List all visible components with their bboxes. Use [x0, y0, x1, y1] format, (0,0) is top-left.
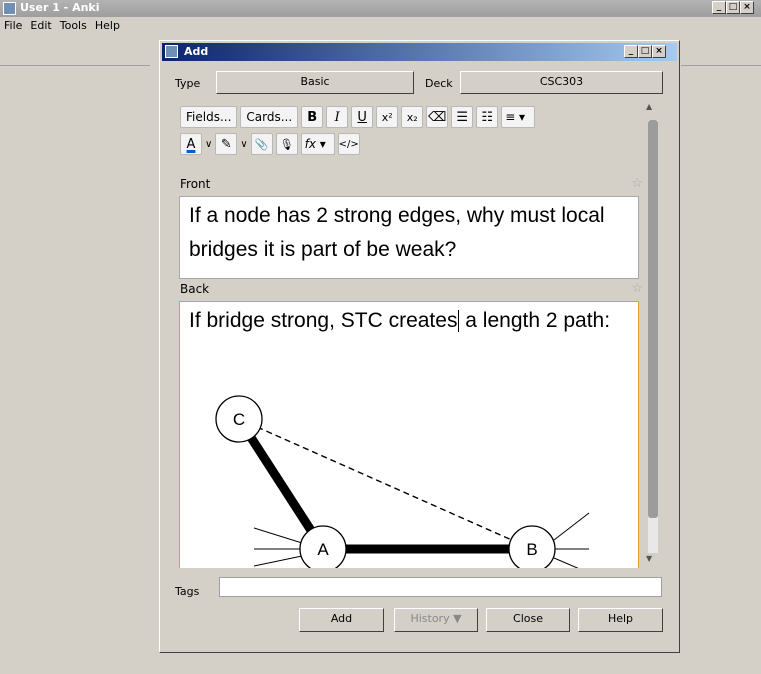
- superscript-icon[interactable]: x²: [376, 106, 399, 128]
- main-window-controls: _ □ ×: [712, 1, 754, 14]
- chevron-down-icon[interactable]: ∨: [205, 139, 212, 150]
- cards-button[interactable]: Cards...: [240, 106, 299, 128]
- text-color-icon[interactable]: A: [180, 133, 202, 155]
- type-label: Type: [175, 77, 201, 90]
- graph-diagram: C A B: [215, 395, 590, 568]
- edge-stub: [253, 555, 303, 567]
- menu-bar: File Edit Tools Help: [0, 18, 124, 36]
- fields-button[interactable]: Fields...: [180, 106, 238, 128]
- scroll-up-icon[interactable]: ▲: [646, 102, 652, 111]
- edge-stub: [553, 512, 590, 541]
- edge-stub: [553, 557, 579, 568]
- bold-icon[interactable]: B: [301, 106, 324, 128]
- toolbar-divider: [0, 65, 150, 66]
- formula-icon[interactable]: fx ▾: [300, 133, 335, 155]
- menu-tools[interactable]: Tools: [56, 18, 91, 36]
- dialog-titlebar: Add _ □ ×: [162, 43, 677, 61]
- chevron-down-icon[interactable]: ∨: [240, 139, 247, 150]
- highlight-icon[interactable]: ✎: [215, 133, 238, 155]
- numbered-list-icon[interactable]: ☷: [476, 106, 499, 128]
- html-icon[interactable]: </>: [337, 133, 360, 155]
- note-editor: Fields... Cards... B I U x² x₂ ⌫ ☰ ☷ ≡ ▾…: [177, 98, 663, 568]
- dialog-window-controls: _ □ ×: [624, 45, 666, 58]
- pin-icon[interactable]: ☆: [631, 281, 643, 296]
- main-window-title: User 1 - Anki: [20, 1, 100, 14]
- anki-icon: [165, 45, 178, 58]
- attach-icon[interactable]: 📎: [250, 133, 273, 155]
- history-button[interactable]: History ▼: [394, 608, 478, 632]
- bullet-list-icon[interactable]: ☰: [451, 106, 474, 128]
- node-b-label: B: [526, 540, 537, 559]
- back-field[interactable]: If bridge strong, STC creates a length 2…: [179, 301, 639, 568]
- underline-icon[interactable]: U: [351, 106, 374, 128]
- add-button[interactable]: Add: [299, 608, 384, 632]
- back-field-text: a length 2 path:: [459, 309, 611, 332]
- pin-icon[interactable]: ☆: [631, 176, 643, 191]
- help-button[interactable]: Help: [578, 608, 663, 632]
- note-type-button[interactable]: Basic: [216, 71, 414, 94]
- close-button[interactable]: Close: [486, 608, 570, 632]
- subscript-icon[interactable]: x₂: [401, 106, 424, 128]
- scroll-down-icon[interactable]: ▼: [646, 554, 652, 563]
- formatting-toolbar-2: A ∨ ✎ ∨ 📎 🎙 fx ▾ </>: [180, 133, 360, 155]
- maximize-button[interactable]: □: [726, 1, 740, 14]
- scrollbar-thumb[interactable]: [648, 120, 658, 518]
- deck-button[interactable]: CSC303: [460, 71, 663, 94]
- node-a-label: A: [317, 540, 329, 559]
- dialog-title: Add: [184, 45, 209, 58]
- menu-file[interactable]: File: [0, 18, 26, 36]
- main-titlebar: User 1 - Anki _ □ ×: [0, 0, 761, 17]
- edge-stub: [253, 527, 303, 544]
- close-button[interactable]: ×: [740, 1, 754, 14]
- back-field-label: Back: [180, 282, 210, 296]
- tags-label: Tags: [175, 585, 200, 598]
- microphone-icon[interactable]: 🎙: [275, 133, 298, 155]
- dialog-maximize-button[interactable]: □: [638, 45, 652, 58]
- front-field[interactable]: If a node has 2 strong edges, why must l…: [179, 196, 639, 279]
- eraser-icon[interactable]: ⌫: [426, 106, 449, 128]
- front-field-label: Front: [180, 177, 211, 191]
- add-dialog: Add _ □ × Type Basic Deck CSC303 Fields.…: [159, 40, 680, 653]
- tags-input[interactable]: [219, 577, 662, 597]
- align-icon[interactable]: ≡ ▾: [501, 106, 536, 128]
- formatting-toolbar: Fields... Cards... B I U x² x₂ ⌫ ☰ ☷ ≡ ▾: [180, 106, 536, 128]
- dialog-minimize-button[interactable]: _: [624, 45, 638, 58]
- node-c-label: C: [233, 410, 245, 429]
- back-field-text: If bridge strong, STC creates: [189, 309, 458, 332]
- toolbar-divider: [681, 65, 761, 66]
- italic-icon[interactable]: I: [326, 106, 349, 128]
- menu-edit[interactable]: Edit: [26, 18, 55, 36]
- dialog-close-button[interactable]: ×: [652, 45, 666, 58]
- minimize-button[interactable]: _: [712, 1, 726, 14]
- deck-label: Deck: [425, 77, 453, 90]
- menu-help[interactable]: Help: [91, 18, 124, 36]
- anki-icon: [3, 2, 16, 15]
